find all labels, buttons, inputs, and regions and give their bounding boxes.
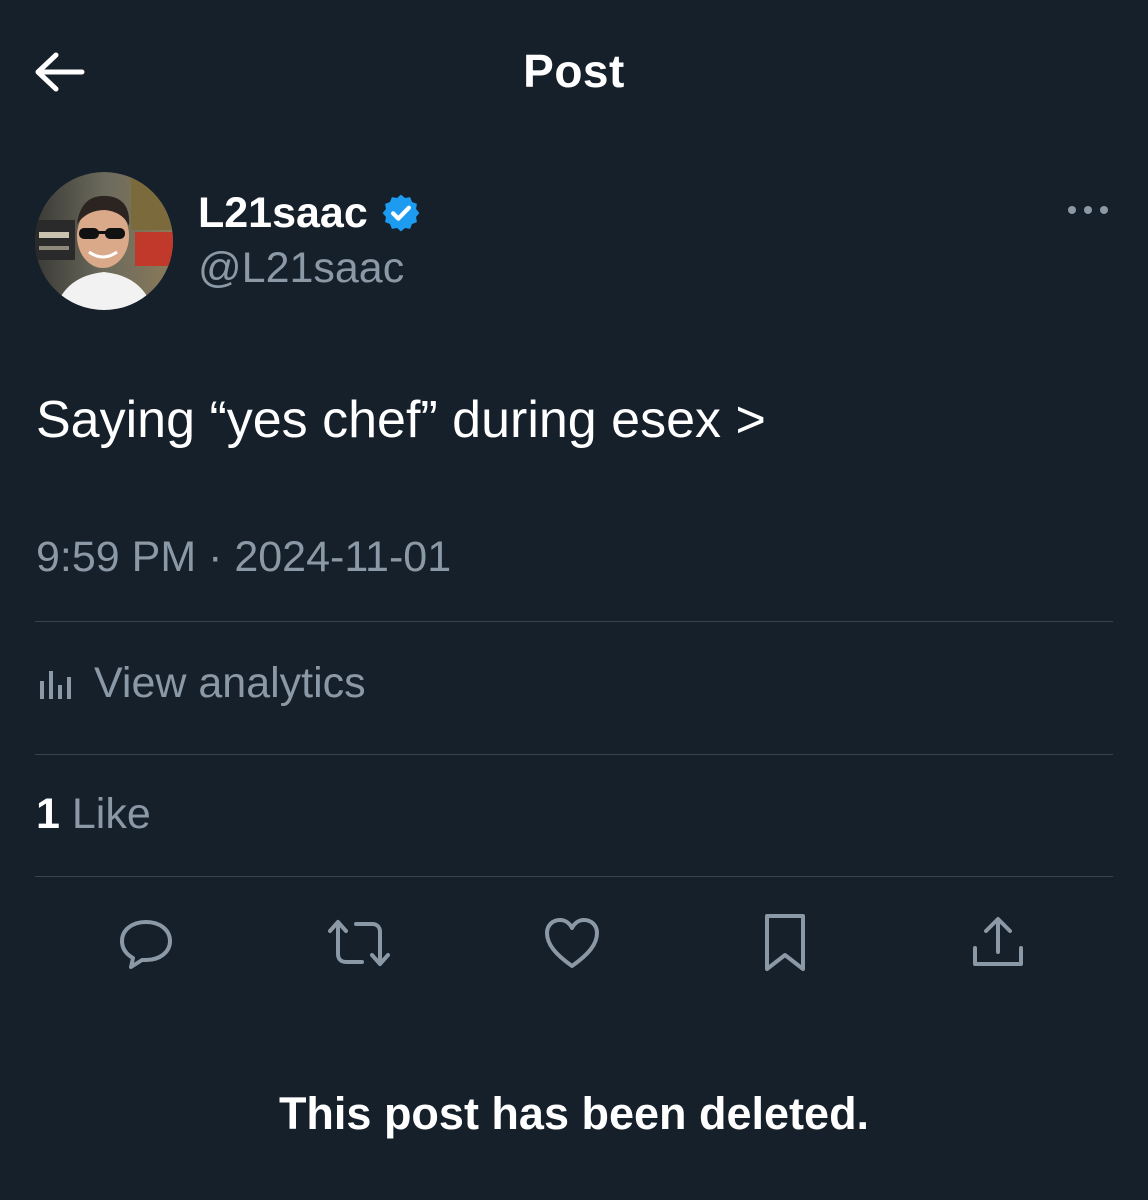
repost-icon — [328, 920, 390, 966]
avatar-photo — [35, 172, 173, 310]
more-options-button[interactable] — [1058, 190, 1118, 230]
author-name-row: L21saac — [198, 186, 422, 240]
author-display-name[interactable]: L21saac — [198, 189, 368, 238]
heart-icon — [545, 918, 599, 968]
avatar[interactable] — [35, 172, 173, 310]
page-title: Post — [523, 45, 625, 97]
deleted-post-notice: This post has been deleted. — [278, 1088, 870, 1139]
likes-summary[interactable]: 1 Like — [36, 790, 151, 839]
divider — [35, 876, 1113, 877]
likes-label: Like — [71, 790, 151, 838]
top-bar: Post — [0, 0, 1148, 140]
divider — [35, 621, 1113, 622]
bookmark-icon — [765, 914, 805, 971]
bar-chart-icon — [40, 671, 71, 699]
reply-button[interactable] — [111, 908, 181, 978]
repost-button[interactable] — [324, 908, 394, 978]
view-analytics-label: View analytics — [94, 658, 366, 707]
share-icon — [973, 917, 1023, 966]
reply-icon — [120, 920, 172, 969]
post-timestamp[interactable]: 9:59 PM · 2024-11-01 — [36, 533, 451, 582]
post-text: Saying “yes chef” during esex > — [36, 391, 766, 449]
likes-count: 1 — [36, 790, 60, 838]
more-horizontal-icon — [1068, 206, 1108, 214]
divider — [35, 754, 1113, 755]
bookmark-button[interactable] — [750, 908, 820, 978]
view-analytics-link[interactable]: View analytics — [36, 656, 366, 710]
share-button[interactable] — [963, 908, 1033, 978]
verified-badge-icon — [382, 194, 420, 232]
like-button[interactable] — [537, 908, 607, 978]
author-handle[interactable]: @L21saac — [198, 244, 404, 293]
